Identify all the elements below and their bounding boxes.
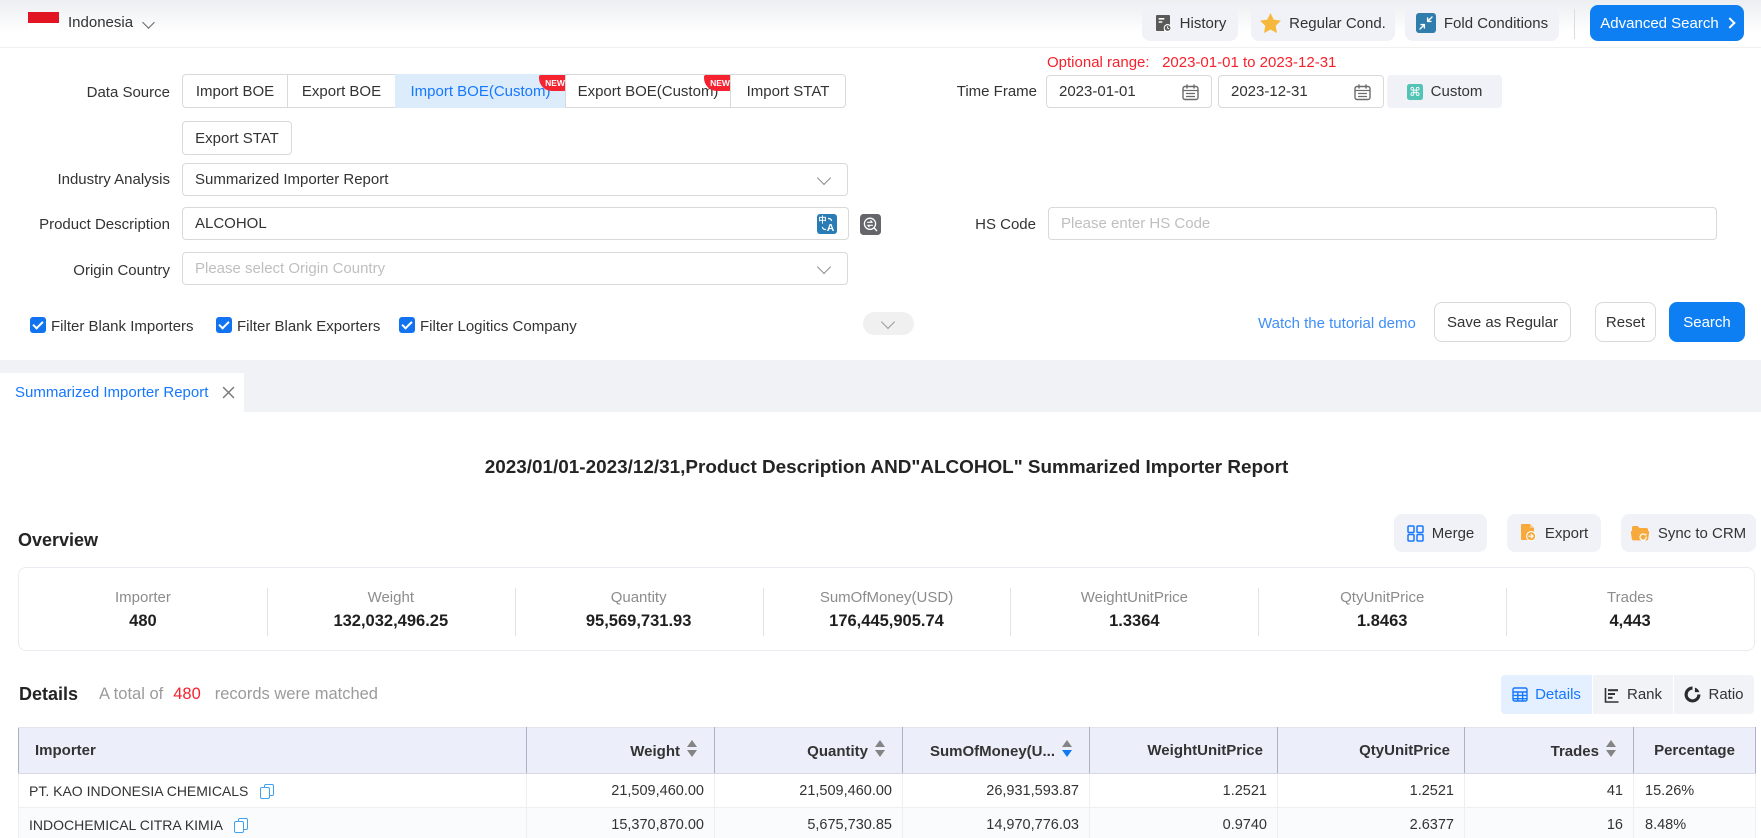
svg-text:⌘: ⌘ [1409,85,1421,99]
svg-text:A: A [827,222,835,234]
svg-text:中: 中 [819,215,827,225]
